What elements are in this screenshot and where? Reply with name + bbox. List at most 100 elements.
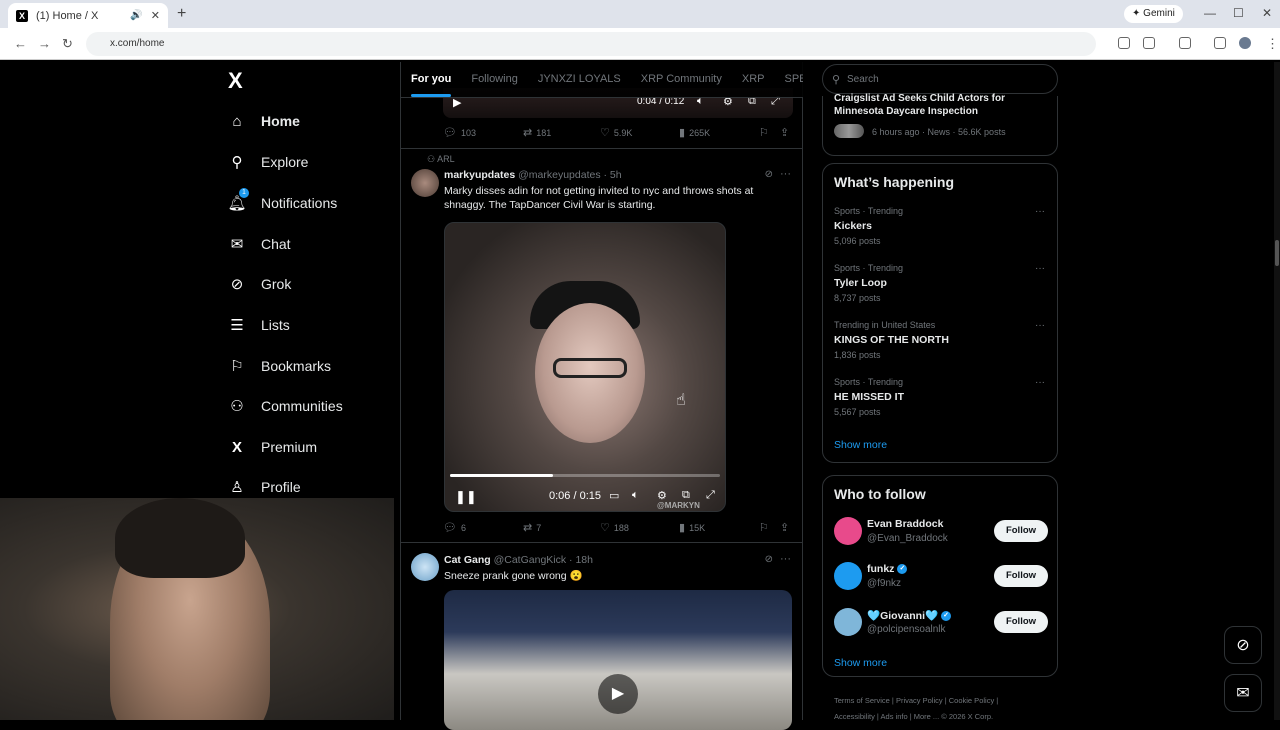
back-icon[interactable]: ←: [14, 36, 27, 51]
scrollbar[interactable]: [1274, 62, 1280, 720]
x-logo-icon[interactable]: X: [228, 68, 243, 94]
tab-jynxzi-loyals[interactable]: JYNXZI LOYALS: [528, 62, 631, 97]
nav-grok[interactable]: ⊘ Grok: [228, 275, 292, 293]
search-input[interactable]: ⚲ Search: [822, 64, 1058, 94]
news-title: Craigslist Ad Seeks Child Actors for Min…: [834, 93, 1005, 117]
post-video-2[interactable]: ▶: [444, 590, 792, 730]
nav-premium[interactable]: X Premium: [228, 438, 317, 456]
url-field[interactable]: x.com/home: [86, 32, 1096, 56]
scrollbar-thumb[interactable]: [1275, 240, 1279, 266]
grok-fab-icon[interactable]: ⊘: [1224, 626, 1262, 664]
views-button[interactable]: ▮ 15K: [679, 521, 705, 534]
speaker-icon[interactable]: 🔊: [130, 10, 142, 21]
avatar[interactable]: [411, 553, 439, 581]
repost-icon: ⇄: [523, 522, 533, 534]
trend-meta: Sports · Trending: [834, 377, 904, 387]
profile-icon: ♙: [230, 479, 244, 496]
trend-name[interactable]: HE MISSED IT: [834, 391, 904, 403]
grok-icon[interactable]: ⊘: [765, 169, 773, 180]
avatar[interactable]: [834, 517, 862, 545]
follow-user-name[interactable]: 🩵Giovanni🩵 ✓: [867, 609, 952, 622]
sidebar-icon[interactable]: [1179, 37, 1191, 49]
bookmark-button[interactable]: ⚐: [759, 521, 773, 534]
post-author[interactable]: Cat Gang @CatGangKick · 18h: [444, 554, 593, 566]
more-icon[interactable]: ···: [1035, 206, 1045, 217]
share-button[interactable]: ⇪: [780, 126, 793, 139]
tab-speng[interactable]: SPENG: [774, 62, 803, 97]
new-tab-icon[interactable]: +: [177, 5, 186, 23]
reply-button[interactable]: 💬︎ 103: [443, 126, 476, 139]
fullscreen-icon[interactable]: ⤢: [706, 489, 715, 502]
video-progress[interactable]: [450, 474, 720, 477]
close-window-icon[interactable]: ✕: [1262, 6, 1272, 20]
follow-button[interactable]: Follow: [994, 520, 1048, 542]
show-more-link[interactable]: Show more: [834, 439, 887, 451]
nav-home[interactable]: ⌂ Home: [228, 112, 299, 130]
nav-bookmarks[interactable]: ⚐ Bookmarks: [228, 357, 331, 375]
play-icon[interactable]: ▶: [598, 674, 638, 714]
who-to-follow-card: Who to follow Evan Braddock @Evan_Braddo…: [822, 475, 1058, 677]
profile-avatar-icon[interactable]: [1239, 37, 1251, 49]
show-more-link[interactable]: Show more: [834, 657, 887, 669]
avatar[interactable]: [834, 608, 862, 636]
trend-name[interactable]: Kickers: [834, 220, 872, 232]
tab-following[interactable]: Following: [461, 62, 527, 97]
trend-name[interactable]: Tyler Loop: [834, 277, 887, 289]
follow-user-name[interactable]: funkz ✓: [867, 563, 908, 575]
tab-for-you[interactable]: For you: [401, 62, 461, 97]
puzzle-icon[interactable]: [1143, 37, 1155, 49]
reply-button[interactable]: 💬︎ 6: [443, 521, 466, 534]
close-tab-icon[interactable]: ✕: [151, 9, 160, 22]
more-icon[interactable]: ···: [1035, 263, 1045, 274]
minimize-icon[interactable]: —: [1204, 6, 1216, 20]
media-icon[interactable]: [1214, 37, 1226, 49]
share-button[interactable]: ⇪: [780, 521, 793, 534]
nav-lists[interactable]: ☰ Lists: [228, 316, 290, 334]
like-button[interactable]: ♡ 188: [600, 521, 629, 534]
more-icon[interactable]: ···: [780, 168, 791, 180]
captions-icon[interactable]: ▭: [609, 489, 619, 502]
reload-icon[interactable]: ↻: [62, 36, 73, 52]
avatar[interactable]: [834, 562, 862, 590]
notification-badge: 1: [239, 188, 249, 198]
forward-icon[interactable]: →: [38, 36, 51, 51]
like-button[interactable]: ♡ 5.9K: [600, 126, 632, 139]
follow-button[interactable]: Follow: [994, 611, 1048, 633]
nav-communities[interactable]: ⚇ Communities: [228, 397, 342, 415]
bookmark-icon: ⚐: [759, 127, 769, 139]
messages-fab-icon[interactable]: ✉: [1224, 674, 1262, 712]
post-author[interactable]: markyupdates @markeyupdates · 5h: [444, 169, 622, 181]
video-watermark: @MARKYN: [657, 501, 700, 510]
volume-icon[interactable]: 🔈︎: [632, 489, 639, 502]
trend-name[interactable]: KINGS OF THE NORTH: [834, 334, 949, 346]
extension-icon[interactable]: [1118, 37, 1130, 49]
news-card[interactable]: Craigslist Ad Seeks Child Actors for Min…: [822, 93, 1058, 156]
follow-user-name[interactable]: Evan Braddock: [867, 518, 943, 530]
follow-button[interactable]: Follow: [994, 565, 1048, 587]
bell-icon: 🔔︎ 1: [227, 188, 249, 212]
tab-xrp-community[interactable]: XRP Community: [631, 62, 732, 97]
gemini-button[interactable]: ✦ Gemini: [1124, 5, 1183, 23]
repost-button[interactable]: ⇄ 7: [523, 521, 541, 534]
more-icon[interactable]: ···: [780, 553, 791, 565]
more-icon[interactable]: ···: [1035, 377, 1045, 388]
footer-links[interactable]: Terms of Service | Privacy Policy | Cook…: [834, 696, 998, 705]
nav-profile[interactable]: ♙ Profile: [228, 478, 300, 496]
menu-icon[interactable]: ⋮: [1266, 36, 1279, 52]
browser-tab[interactable]: X (1) Home / X 🔊 ✕: [8, 3, 168, 28]
nav-notifications[interactable]: 🔔︎ 1 Notifications: [227, 188, 337, 212]
post-video[interactable]: ❚❚ 0:06 / 0:15 ▭ 🔈︎ ⚙ ⧉ ⤢ @MARKYN: [444, 222, 726, 512]
pause-icon[interactable]: ❚❚: [455, 489, 477, 505]
tab-xrp[interactable]: XRP: [732, 62, 775, 97]
grok-icon[interactable]: ⊘: [765, 554, 773, 565]
nav-chat[interactable]: ✉ Chat: [228, 235, 291, 253]
bookmark-button[interactable]: ⚐: [759, 126, 773, 139]
trend-meta: Sports · Trending: [834, 206, 904, 216]
more-icon[interactable]: ···: [1035, 320, 1045, 331]
nav-explore[interactable]: ⚲ Explore: [228, 153, 309, 171]
avatar[interactable]: [411, 169, 439, 197]
trend-count: 1,836 posts: [834, 350, 881, 360]
repost-button[interactable]: ⇄ 181: [523, 126, 551, 139]
maximize-icon[interactable]: ☐: [1233, 6, 1244, 20]
views-button[interactable]: ▮ 265K: [679, 126, 710, 139]
